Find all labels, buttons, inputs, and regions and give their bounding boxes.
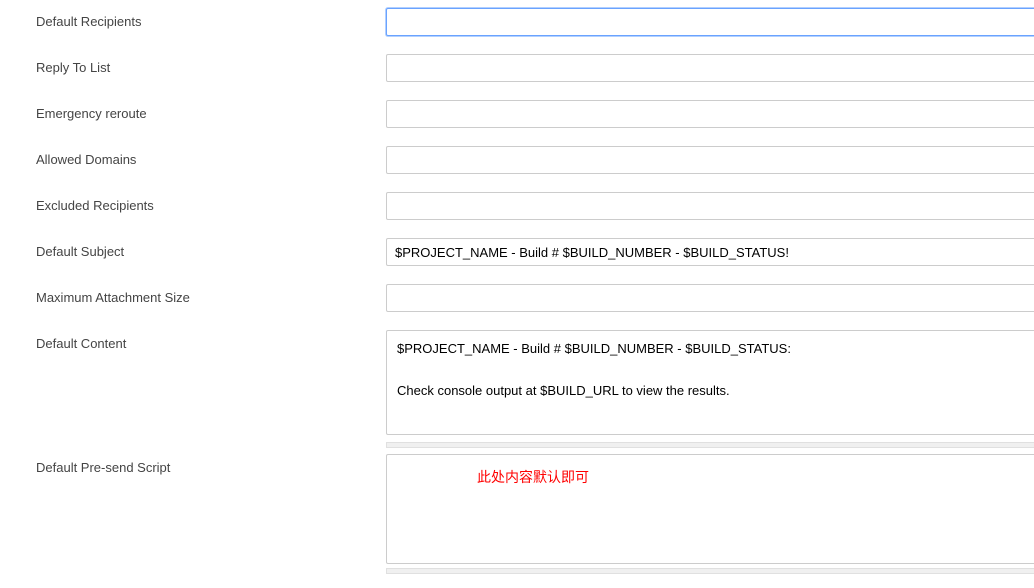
row-allowed-domains: Allowed Domains xyxy=(36,146,1034,174)
label-reply-to-list: Reply To List xyxy=(36,54,386,75)
field-excluded-recipients xyxy=(386,192,1034,220)
label-default-recipients: Default Recipients xyxy=(36,8,386,29)
input-emergency-reroute[interactable] xyxy=(386,100,1034,128)
label-allowed-domains: Allowed Domains xyxy=(36,146,386,167)
row-default-subject: Default Subject xyxy=(36,238,1034,266)
field-reply-to-list xyxy=(386,54,1034,82)
row-default-presend-script: Default Pre-send Script 此处内容默认即可 xyxy=(36,454,1034,574)
field-default-subject xyxy=(386,238,1034,266)
email-config-form: Default Recipients Reply To List Emergen… xyxy=(0,0,1034,574)
resize-handle-presend-script[interactable] xyxy=(386,568,1034,574)
input-excluded-recipients[interactable] xyxy=(386,192,1034,220)
row-default-recipients: Default Recipients xyxy=(36,8,1034,36)
field-default-presend-script: 此处内容默认即可 xyxy=(386,454,1034,574)
resize-handle-default-content[interactable] xyxy=(386,442,1034,448)
input-reply-to-list[interactable] xyxy=(386,54,1034,82)
label-emergency-reroute: Emergency reroute xyxy=(36,100,386,121)
label-max-attachment-size: Maximum Attachment Size xyxy=(36,284,386,305)
label-excluded-recipients: Excluded Recipients xyxy=(36,192,386,213)
input-max-attachment-size[interactable] xyxy=(386,284,1034,312)
field-emergency-reroute xyxy=(386,100,1034,128)
row-emergency-reroute: Emergency reroute xyxy=(36,100,1034,128)
input-allowed-domains[interactable] xyxy=(386,146,1034,174)
annotation-default-hint: 此处内容默认即可 xyxy=(477,467,589,487)
row-reply-to-list: Reply To List xyxy=(36,54,1034,82)
label-default-presend-script: Default Pre-send Script xyxy=(36,454,386,475)
row-max-attachment-size: Maximum Attachment Size xyxy=(36,284,1034,312)
field-max-attachment-size xyxy=(386,284,1034,312)
field-default-recipients xyxy=(386,8,1034,36)
textarea-default-content[interactable] xyxy=(386,330,1034,435)
input-default-recipients[interactable] xyxy=(386,8,1034,36)
field-default-content xyxy=(386,330,1034,448)
label-default-subject: Default Subject xyxy=(36,238,386,259)
textarea-default-presend-script[interactable]: 此处内容默认即可 xyxy=(386,454,1034,564)
label-default-content: Default Content xyxy=(36,330,386,351)
input-default-subject[interactable] xyxy=(386,238,1034,266)
row-excluded-recipients: Excluded Recipients xyxy=(36,192,1034,220)
field-allowed-domains xyxy=(386,146,1034,174)
row-default-content: Default Content xyxy=(36,330,1034,448)
